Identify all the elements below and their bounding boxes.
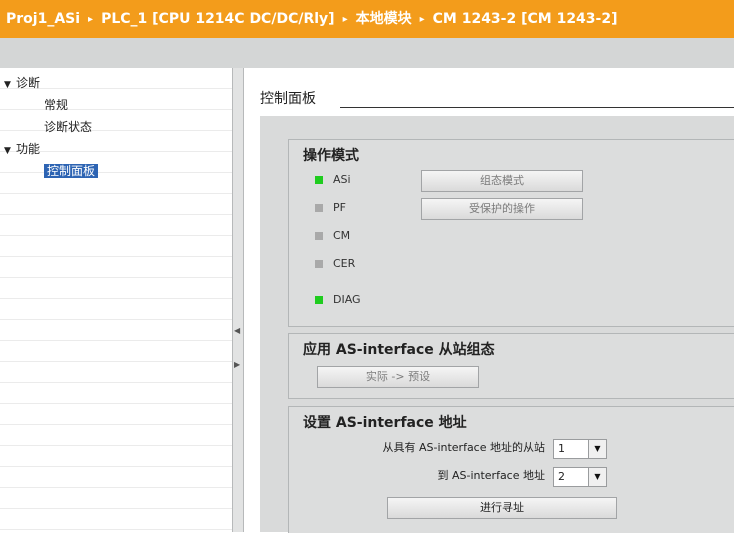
target-address-select[interactable]: 2 ▼ bbox=[553, 467, 607, 487]
apply-config-group: 应用 AS-interface 从站组态 实际 -> 预设 bbox=[288, 333, 734, 399]
target-address-label: 到 AS-interface 地址 bbox=[437, 469, 545, 482]
control-panel-canvas: 操作模式 ASi PF CM CER DIAG 组态模式 受保护的操作 应用 A… bbox=[260, 116, 734, 533]
breadcrumb-separator-icon: ▸ bbox=[88, 14, 94, 25]
breadcrumb: Proj1_ASi ▸ PLC_1 [CPU 1214C DC/DC/Rly] ▸ 本地… bbox=[0, 0, 734, 38]
set-address-group: 设置 AS-interface 地址 从具有 AS-interface 地址的从… bbox=[288, 406, 734, 533]
led-label: ASi bbox=[333, 173, 351, 186]
status-led-icon bbox=[315, 204, 323, 212]
source-address-label: 从具有 AS-interface 地址的从站 bbox=[382, 441, 545, 454]
tree-item-label: 控制面板 bbox=[44, 164, 99, 178]
chevron-down-icon[interactable]: ▼ bbox=[588, 468, 606, 486]
set-address-heading: 设置 AS-interface 地址 bbox=[303, 415, 467, 431]
breadcrumb-plc[interactable]: PLC_1 [CPU 1214C DC/DC/Rly] bbox=[101, 11, 334, 27]
tree-item-label: 常规 bbox=[44, 98, 69, 112]
section-title: 控制面板 bbox=[260, 91, 316, 107]
led-asi: ASi bbox=[315, 172, 351, 188]
source-address-value: 1 bbox=[558, 442, 565, 455]
pane-splitter[interactable]: ◀ ▶ bbox=[232, 68, 244, 532]
control-panel-pane: 控制面板 操作模式 ASi PF CM CER DIAG 组态模式 受保护的操作 bbox=[244, 68, 734, 533]
operating-mode-heading: 操作模式 bbox=[303, 148, 359, 164]
perform-addressing-button[interactable]: 进行寻址 bbox=[387, 497, 617, 519]
status-led-icon bbox=[315, 176, 323, 184]
actual-to-preset-button[interactable]: 实际 -> 预设 bbox=[317, 366, 479, 388]
toolbar-strip bbox=[0, 38, 734, 68]
status-led-icon bbox=[315, 296, 323, 304]
protected-operation-button[interactable]: 受保护的操作 bbox=[421, 198, 583, 220]
status-led-icon bbox=[315, 260, 323, 268]
led-label: DIAG bbox=[333, 293, 361, 306]
tree-item-general[interactable]: 常规 bbox=[44, 96, 68, 114]
breadcrumb-module[interactable]: CM 1243-2 [CM 1243-2] bbox=[433, 11, 618, 27]
navigation-tree: ▼ 诊断 常规 诊断状态 ▼ 功能 控制面板 bbox=[0, 68, 232, 532]
led-cm: CM bbox=[315, 228, 350, 244]
operating-mode-group: 操作模式 ASi PF CM CER DIAG 组态模式 受保护的操作 bbox=[288, 139, 734, 327]
tree-item-label: 功能 bbox=[16, 142, 41, 156]
breadcrumb-project[interactable]: Proj1_ASi bbox=[0, 0, 80, 38]
tree-item-label: 诊断 bbox=[16, 76, 41, 90]
tree-item-diagnostic-status[interactable]: 诊断状态 bbox=[44, 118, 92, 136]
breadcrumb-separator-icon: ▸ bbox=[419, 14, 425, 25]
led-cer: CER bbox=[315, 256, 355, 272]
target-address-value: 2 bbox=[558, 470, 565, 483]
tree-item-diagnostics[interactable]: ▼ 诊断 bbox=[4, 74, 40, 92]
tree-item-functions[interactable]: ▼ 功能 bbox=[4, 140, 40, 158]
arrow-right-icon[interactable]: ▶ bbox=[234, 360, 240, 369]
triangle-down-icon[interactable]: ▼ bbox=[4, 76, 16, 94]
breadcrumb-local-modules[interactable]: 本地模块 bbox=[356, 11, 412, 27]
tree-item-label: 诊断状态 bbox=[44, 120, 93, 134]
led-label: CM bbox=[333, 229, 351, 242]
status-led-icon bbox=[315, 232, 323, 240]
section-divider bbox=[340, 107, 734, 108]
source-address-select[interactable]: 1 ▼ bbox=[553, 439, 607, 459]
chevron-down-icon[interactable]: ▼ bbox=[588, 440, 606, 458]
led-diag: DIAG bbox=[315, 292, 361, 308]
tree-item-control-panel[interactable]: 控制面板 bbox=[44, 162, 99, 180]
breadcrumb-separator-icon: ▸ bbox=[342, 14, 348, 25]
apply-config-heading: 应用 AS-interface 从站组态 bbox=[303, 342, 495, 358]
config-mode-button[interactable]: 组态模式 bbox=[421, 170, 583, 192]
led-label: CER bbox=[333, 257, 356, 270]
triangle-down-icon[interactable]: ▼ bbox=[4, 142, 16, 160]
led-label: PF bbox=[333, 201, 346, 214]
arrow-left-icon[interactable]: ◀ bbox=[234, 326, 240, 335]
led-pf: PF bbox=[315, 200, 346, 216]
